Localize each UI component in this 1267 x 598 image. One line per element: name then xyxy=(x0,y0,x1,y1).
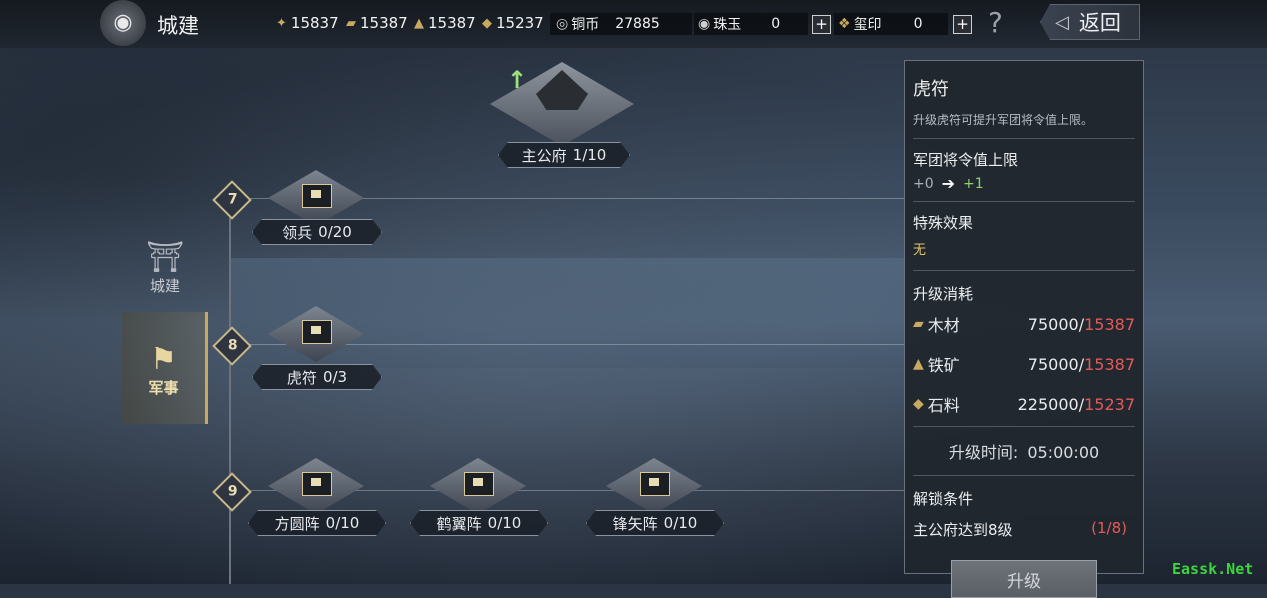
divider xyxy=(913,201,1135,202)
main-hall-label[interactable]: 主公府 1/10 xyxy=(498,142,630,168)
wood-icon: ▰ xyxy=(346,15,356,31)
cost-row-iron: ▲ 铁矿 75000/15387 xyxy=(913,354,1135,376)
resource-wheat: ✦ 15837 xyxy=(276,14,339,32)
main-hall-name: 主公府 xyxy=(521,146,567,165)
cost-row-stone: ◆ 石料 225000/15237 xyxy=(913,394,1135,416)
divider xyxy=(913,138,1135,139)
jade-label: 珠玉 xyxy=(713,17,742,33)
copper-currency: ◎ 铜币 27885 xyxy=(550,13,692,35)
building-fengshi-label[interactable]: 锋矢阵 0/10 xyxy=(586,510,724,536)
building-hufu-label[interactable]: 虎符 0/3 xyxy=(252,364,382,390)
copper-coin-icon: ◎ xyxy=(556,16,569,32)
watermark: Eassk.Net xyxy=(1172,560,1254,578)
cost-label: 升级消耗 xyxy=(913,285,974,303)
wheat-icon: ✦ xyxy=(276,15,287,31)
building-lingbing-label[interactable]: 领兵 0/20 xyxy=(252,219,382,245)
war-flag-icon: ⚑ xyxy=(150,342,177,377)
building-fangyuan-label[interactable]: 方圆阵 0/10 xyxy=(248,510,386,536)
iron-icon: ▲ xyxy=(414,15,424,31)
seal-label: 玺印 xyxy=(853,17,882,33)
page-title: 城建 xyxy=(157,14,199,38)
seal-currency: ❖ 玺印 0 xyxy=(834,13,948,35)
building-heyi-icon xyxy=(464,472,494,496)
resource-iron-value: 15387 xyxy=(428,14,476,32)
unlock-progress: (1/8) xyxy=(1091,519,1127,537)
stat-next: +1 xyxy=(963,175,984,192)
add-seal-button[interactable]: + xyxy=(953,15,972,34)
upgrade-time-label: 升级时间: xyxy=(948,443,1019,462)
copper-value: 27885 xyxy=(615,16,660,32)
city-emblem-icon: ◉ xyxy=(100,0,146,46)
stone-icon: ◆ xyxy=(482,15,492,31)
unlock-condition-row: 主公府达到8级 (1/8) xyxy=(913,519,1135,540)
jade-icon: ◉ xyxy=(698,16,711,32)
resource-wheat-value: 15837 xyxy=(290,14,339,32)
copper-label: 铜币 xyxy=(571,17,600,33)
sidenav-military-label: 军事 xyxy=(148,379,179,397)
sidenav-item-military[interactable]: ⚑ 军事 xyxy=(122,312,208,424)
wood-icon: ▰ xyxy=(913,316,924,332)
unlock-condition: 主公府达到8级 xyxy=(913,521,1013,539)
panel-title: 虎符 xyxy=(913,79,949,100)
building-fangyuan-icon xyxy=(302,472,332,496)
special-effect-label: 特殊效果 xyxy=(913,214,974,232)
main-hall-level: 1/10 xyxy=(572,146,607,164)
special-effect-value: 无 xyxy=(913,243,927,258)
palace-icon: ⛩ xyxy=(145,240,185,275)
iron-icon: ▲ xyxy=(913,356,924,372)
jade-value: 0 xyxy=(771,16,781,32)
divider xyxy=(913,426,1135,427)
panel-description: 升级虎符可提升军团将令值上限。 xyxy=(913,113,1094,127)
stat-current: +0 xyxy=(913,175,934,192)
upgrade-time-value: 05:00:00 xyxy=(1027,443,1100,462)
add-jade-button[interactable]: + xyxy=(812,15,831,34)
building-fengshi-icon xyxy=(640,472,670,496)
sidenav-city-label: 城建 xyxy=(149,277,180,295)
unlock-label: 解锁条件 xyxy=(913,490,974,508)
back-label: 返回 xyxy=(1078,11,1121,35)
stat-label: 军团将令值上限 xyxy=(913,151,1019,169)
resource-stone: ◆ 15237 xyxy=(482,14,544,32)
cost-row-wood: ▰ 木材 75000/15387 xyxy=(913,314,1135,336)
back-button[interactable]: ◁ 返回 xyxy=(1040,4,1140,40)
sidenav-item-city[interactable]: ⛩ 城建 xyxy=(122,240,208,310)
building-detail-panel: 虎符 升级虎符可提升军团将令值上限。 军团将令值上限 +0 ➔ +1 特殊效果 … xyxy=(904,60,1144,598)
divider xyxy=(913,270,1135,271)
building-lingbing-icon xyxy=(302,184,332,208)
arrow-right-icon: ➔ xyxy=(941,174,956,193)
jade-currency: ◉ 珠玉 0 xyxy=(694,13,808,35)
resource-stone-value: 15237 xyxy=(496,14,544,32)
tree-trunk-line xyxy=(229,196,231,584)
help-button[interactable]: ? xyxy=(988,6,1003,39)
upgrade-button[interactable]: 升级 xyxy=(951,560,1097,598)
resource-wood: ▰ 15387 xyxy=(346,14,408,32)
building-hufu-icon xyxy=(302,320,332,344)
resource-iron: ▲ 15387 xyxy=(414,14,476,32)
upgrade-time: 升级时间: 05:00:00 xyxy=(913,439,1135,463)
top-bar: ◉ 城建 ✦ 15837 ▰ 15387 ▲ 15387 ◆ 15237 ◎ 铜… xyxy=(0,0,1267,48)
upgrade-available-arrow-icon: ↑ xyxy=(507,66,528,94)
stone-icon: ◆ xyxy=(913,396,924,412)
building-heyi-label[interactable]: 鹤翼阵 0/10 xyxy=(410,510,548,536)
main-hall-roof xyxy=(536,70,588,110)
back-arrow-icon: ◁ xyxy=(1055,11,1069,33)
divider xyxy=(913,475,1135,476)
resource-wood-value: 15387 xyxy=(360,14,408,32)
seal-value: 0 xyxy=(913,16,923,32)
seal-icon: ❖ xyxy=(838,16,851,32)
stat-change-row: +0 ➔ +1 xyxy=(913,174,1135,193)
